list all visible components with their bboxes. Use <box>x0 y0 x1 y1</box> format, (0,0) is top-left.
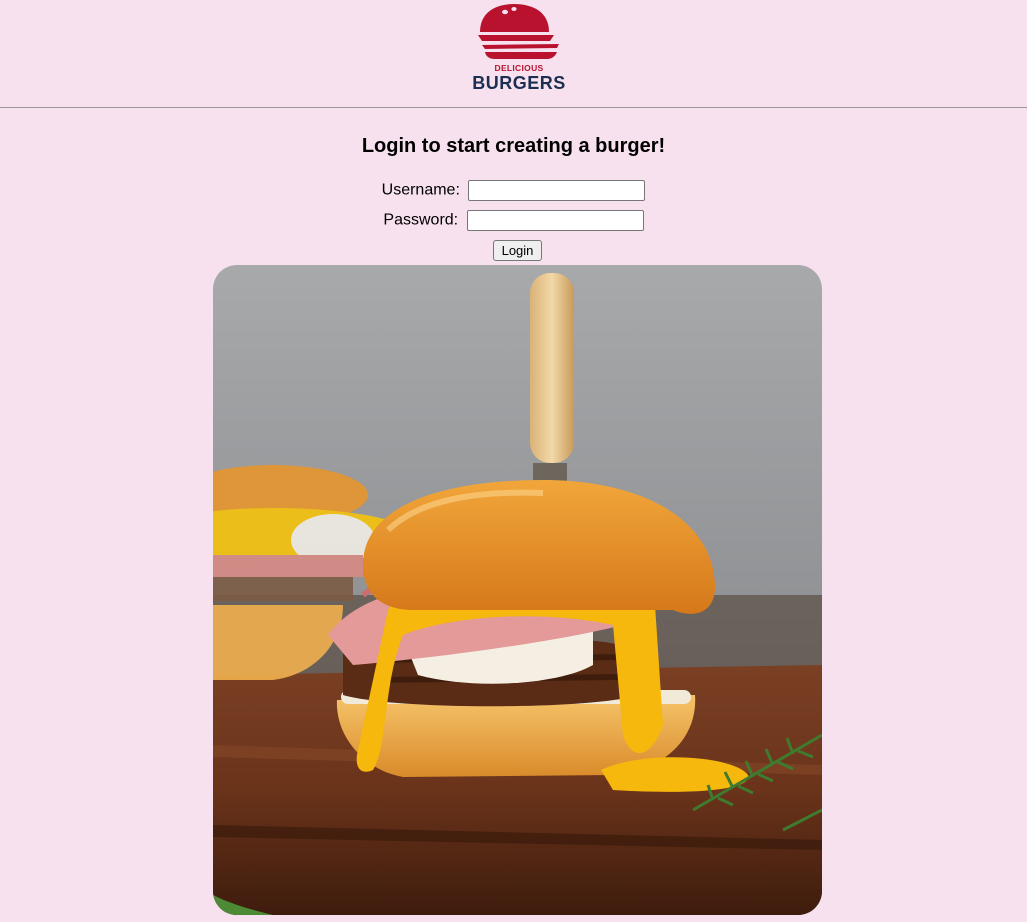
username-row: Username: <box>0 180 1027 201</box>
delicious-burgers-logo: DELICIOUS BURGERS <box>472 4 566 93</box>
page-title: Login to start creating a burger! <box>361 135 666 157</box>
header-divider <box>0 107 1027 108</box>
username-label: Username: <box>381 181 460 199</box>
burger-photo <box>213 265 822 915</box>
password-row: Password: <box>0 210 1027 231</box>
header: DELICIOUS BURGERS <box>0 0 1027 107</box>
logo-small-text: DELICIOUS <box>495 63 544 73</box>
logo-big-text: BURGERS <box>472 73 566 93</box>
password-label: Password: <box>383 211 459 229</box>
password-input[interactable] <box>466 210 644 231</box>
login-button[interactable]: Login <box>493 240 542 261</box>
username-input[interactable] <box>468 180 646 201</box>
